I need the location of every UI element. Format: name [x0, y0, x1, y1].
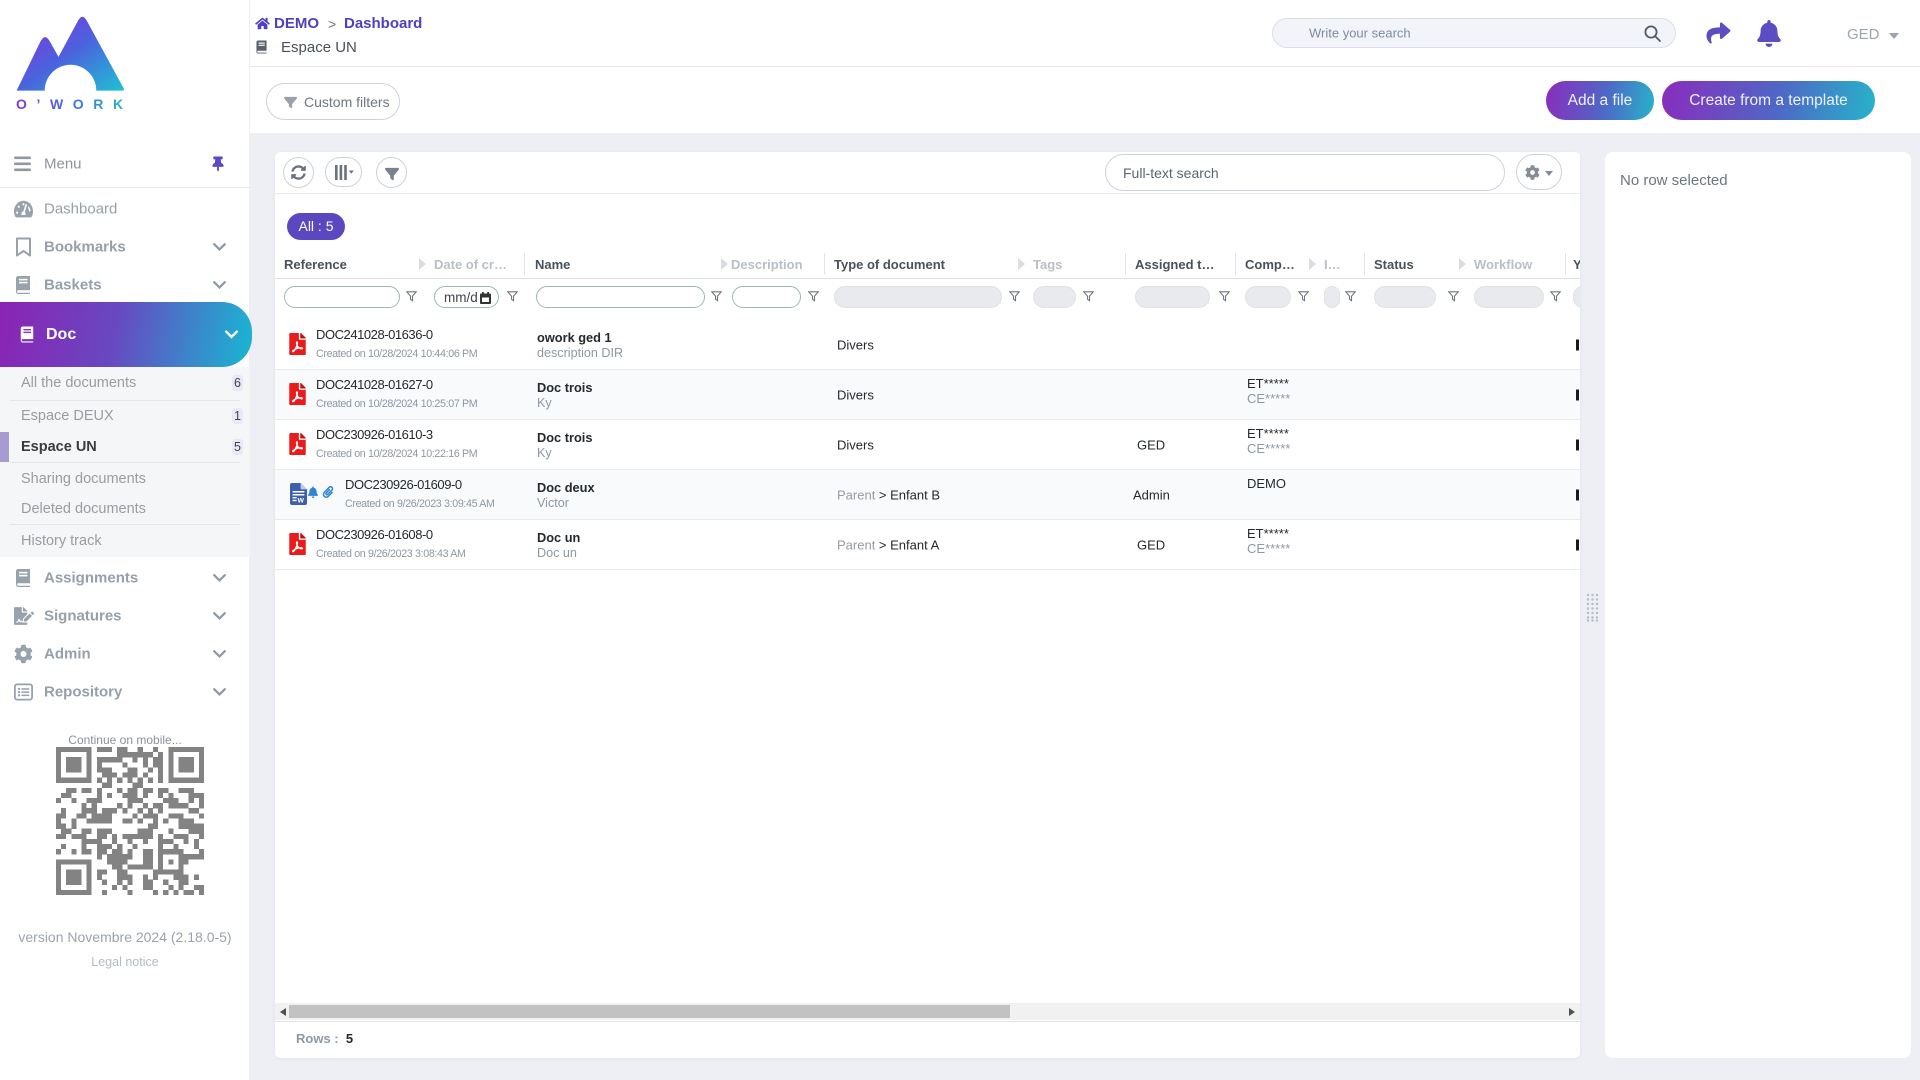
svg-text:w: w — [297, 495, 305, 504]
svg-text:O’WORK: O’WORK — [16, 96, 126, 112]
